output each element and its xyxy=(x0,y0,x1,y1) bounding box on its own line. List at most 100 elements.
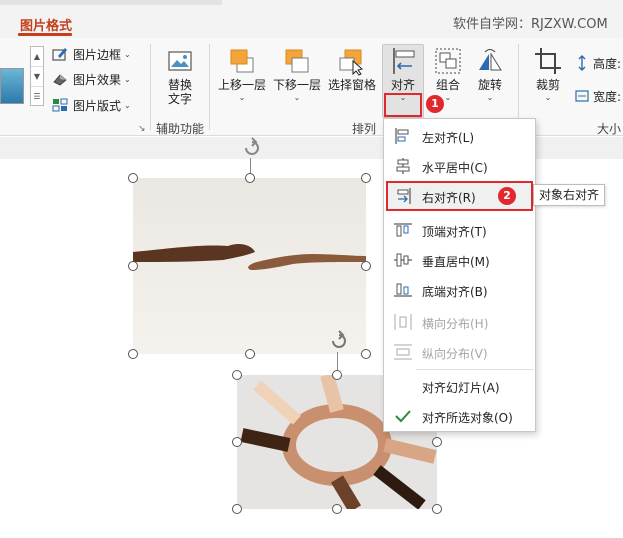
dialog-launcher-icon[interactable]: ↘ xyxy=(138,124,146,134)
menu-item-distribute-horizontal[interactable]: 横向分布(H) xyxy=(384,307,535,337)
menu-item-label: 左对齐(L) xyxy=(422,131,475,145)
selection-pane-label: 选择窗格 xyxy=(327,78,376,92)
menu-item-distribute-vertical[interactable]: 纵向分布(V) xyxy=(384,337,535,367)
chevron-down-icon: ⌄ xyxy=(124,100,131,110)
alt-text-button[interactable]: 替换 文字 xyxy=(160,46,200,106)
alt-text-label-2: 文字 xyxy=(167,92,192,106)
rotate-button[interactable]: 旋转 ⌄ xyxy=(472,46,508,104)
resize-handle[interactable] xyxy=(432,437,442,447)
width-field[interactable]: 宽度: xyxy=(574,86,621,106)
crop-label: 裁剪 xyxy=(535,78,560,92)
menu-item-align-to-slide[interactable]: 对齐幻灯片(A) xyxy=(384,371,535,401)
picture-style-thumbnail[interactable] xyxy=(0,68,24,104)
menu-item-align-left[interactable]: 左对齐(L) xyxy=(384,121,535,151)
menu-item-align-top[interactable]: 顶端对齐(T) xyxy=(384,215,535,245)
menu-item-align-middle[interactable]: 垂直居中(M) xyxy=(384,245,535,275)
menu-item-align-selected-objects[interactable]: 对齐所选对象(O) xyxy=(384,401,535,431)
height-field[interactable]: 高度: xyxy=(574,53,621,73)
alt-text-label-1: 替换 xyxy=(167,78,192,92)
picture-layout-icon xyxy=(52,98,68,112)
crop-button[interactable]: 裁剪 ⌄ xyxy=(530,46,566,104)
checkmark-icon xyxy=(395,410,411,423)
resize-handle[interactable] xyxy=(432,504,442,514)
crop-icon xyxy=(535,48,561,74)
group-label: 组合 xyxy=(435,78,460,92)
height-label: 高度: xyxy=(593,56,622,71)
width-label: 宽度: xyxy=(593,89,622,104)
chevron-down-icon: ⌄ xyxy=(444,93,452,102)
step-badge-2: 2 xyxy=(498,187,516,205)
menu-item-align-bottom[interactable]: 底端对齐(B) xyxy=(384,275,535,305)
chevron-down-icon: ⌄ xyxy=(293,93,301,102)
accessibility-group-label: 辅助功能 xyxy=(156,122,205,136)
align-middle-icon xyxy=(394,253,412,267)
resize-handle[interactable] xyxy=(361,173,371,183)
selection-pane-icon xyxy=(339,49,364,76)
gallery-more-icon[interactable]: ☰ xyxy=(31,87,43,107)
distribute-horizontal-icon xyxy=(394,314,412,330)
picture-border-button[interactable]: 图片边框 ⌄ xyxy=(52,44,131,64)
resize-handle[interactable] xyxy=(245,173,255,183)
menu-item-label: 底端对齐(B) xyxy=(422,285,488,299)
picture-border-label: 图片边框 xyxy=(73,47,122,62)
resize-handle[interactable] xyxy=(361,261,371,271)
menu-item-label: 对齐所选对象(O) xyxy=(422,411,513,425)
resize-handle[interactable] xyxy=(245,349,255,359)
group-icon xyxy=(435,48,461,74)
chevron-down-icon: ⌄ xyxy=(124,74,131,84)
resize-handle[interactable] xyxy=(332,370,342,380)
rotate-icon xyxy=(479,49,502,71)
picture-effects-label: 图片效果 xyxy=(73,72,122,87)
tooltip-align-right: 对象右对齐 xyxy=(533,184,605,206)
menu-item-label: 顶端对齐(T) xyxy=(422,225,487,239)
menu-item-label: 垂直居中(M) xyxy=(422,255,490,269)
gallery-up-icon[interactable]: ▲ xyxy=(31,47,43,67)
group-separator xyxy=(150,44,151,130)
alt-text-icon xyxy=(168,51,192,71)
picture-effects-button[interactable]: 图片效果 ⌄ xyxy=(52,69,131,89)
bring-forward-label: 上移一层 xyxy=(217,78,266,92)
bring-forward-icon xyxy=(230,49,254,73)
rotate-handle-icon[interactable] xyxy=(241,137,263,159)
resize-handle[interactable] xyxy=(361,349,371,359)
pen-border-icon xyxy=(52,47,68,61)
resize-handle[interactable] xyxy=(232,370,242,380)
resize-handle[interactable] xyxy=(232,437,242,447)
title-strip xyxy=(0,0,222,5)
send-backward-button[interactable]: 下移一层 ⌄ xyxy=(271,46,323,104)
menu-item-label: 右对齐(R) xyxy=(422,191,476,205)
active-tab-underline xyxy=(18,33,72,36)
tab-picture-format[interactable]: 图片格式 xyxy=(20,15,72,34)
group-button[interactable]: 组合 ⌄ xyxy=(430,46,466,104)
chevron-down-icon: ⌄ xyxy=(124,49,131,59)
group-separator xyxy=(209,44,210,130)
gallery-down-icon[interactable]: ▼ xyxy=(31,67,43,87)
distribute-vertical-icon xyxy=(394,344,412,360)
align-right-icon xyxy=(397,188,411,204)
picture-hands-reaching[interactable] xyxy=(133,178,366,354)
resize-handle[interactable] xyxy=(232,504,242,514)
selection-pane-button[interactable]: 选择窗格 xyxy=(326,46,378,92)
menu-item-align-center[interactable]: 水平居中(C) xyxy=(384,151,535,181)
picture-effects-icon xyxy=(52,72,68,86)
bring-forward-button[interactable]: 上移一层 ⌄ xyxy=(216,46,268,104)
align-left-icon xyxy=(395,128,409,144)
menu-item-label: 水平居中(C) xyxy=(422,161,488,175)
align-label: 对齐 xyxy=(390,78,415,92)
chevron-down-icon: ⌄ xyxy=(486,93,494,102)
style-gallery-scroll[interactable]: ▲ ▼ ☰ xyxy=(30,46,44,106)
resize-handle[interactable] xyxy=(128,261,138,271)
chevron-down-icon: ⌄ xyxy=(544,93,552,102)
picture-layout-button[interactable]: 图片版式 ⌄ xyxy=(52,95,131,115)
menu-item-label: 横向分布(H) xyxy=(422,317,489,331)
width-icon xyxy=(575,90,589,102)
resize-handle[interactable] xyxy=(332,504,342,514)
resize-handle[interactable] xyxy=(128,349,138,359)
rotate-handle-icon[interactable] xyxy=(328,330,350,352)
chevron-down-icon: ⌄ xyxy=(238,93,246,102)
menu-separator xyxy=(416,369,534,370)
ribbon-tab-bar: 图片格式 软件自学网：RJZXW.COM xyxy=(0,0,623,38)
resize-handle[interactable] xyxy=(128,173,138,183)
align-icon xyxy=(393,48,415,74)
send-backward-label: 下移一层 xyxy=(272,78,321,92)
